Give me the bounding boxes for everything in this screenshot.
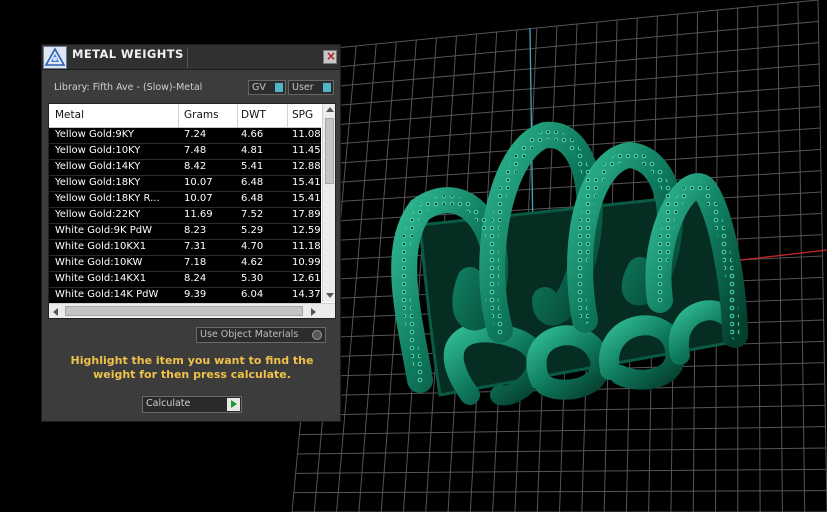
- gv-toggle[interactable]: GV: [248, 80, 286, 95]
- table-row[interactable]: White Gold:14K PdW 9.39 6.04 14.37: [49, 288, 321, 304]
- dwt-cell: 6.48: [241, 177, 264, 188]
- table-row[interactable]: White Gold:14KX1 8.24 5.30 12.61: [49, 272, 321, 288]
- column-divider[interactable]: [178, 104, 179, 127]
- spg-cell: 15.41: [292, 193, 321, 204]
- dwt-cell: 7.52: [241, 209, 264, 220]
- table-row[interactable]: Yellow Gold:22KY 11.69 7.52 17.89: [49, 208, 321, 224]
- grams-cell: 8.23: [184, 225, 207, 236]
- metal-cell: Yellow Gold:9KY: [55, 129, 134, 140]
- user-toggle-knob: [323, 83, 331, 92]
- panel-titlebar[interactable]: METAL WEIGHTS ×: [42, 45, 340, 70]
- play-arrow-icon[interactable]: [227, 398, 240, 411]
- titlebar-divider: [187, 48, 188, 68]
- scroll-right-arrow-icon[interactable]: [311, 308, 316, 316]
- table-row[interactable]: Yellow Gold:14KY 8.42 5.41 12.88: [49, 160, 321, 176]
- spg-cell: 12.59: [292, 225, 321, 236]
- grams-cell: 9.39: [184, 289, 207, 300]
- scroll-up-arrow-icon[interactable]: [326, 107, 334, 112]
- calculate-label: Calculate: [146, 398, 191, 409]
- use-object-materials-label: Use Object Materials: [200, 329, 299, 340]
- dwt-cell: 6.48: [241, 193, 264, 204]
- scroll-down-arrow-icon[interactable]: [326, 293, 334, 298]
- close-icon: ×: [326, 49, 337, 63]
- spg-cell: 14.37: [292, 289, 321, 300]
- spg-cell: 11.08: [292, 129, 321, 140]
- radio-button-icon[interactable]: [312, 330, 322, 340]
- use-object-materials-option[interactable]: Use Object Materials: [196, 327, 326, 343]
- grams-cell: 8.24: [184, 273, 207, 284]
- column-header-dwt[interactable]: DWT: [241, 109, 266, 121]
- table-header: Metal Grams DWT SPG: [49, 104, 321, 128]
- metal-table: Metal Grams DWT SPG Yellow Gold:9KY 7.24 4…: [48, 103, 336, 319]
- library-label: Library: Fifth Ave - (Slow)-Metal: [54, 82, 203, 93]
- close-button[interactable]: ×: [323, 49, 337, 64]
- instruction-text: Highlight the item you want to find the …: [70, 354, 314, 381]
- grams-cell: 7.31: [184, 241, 207, 252]
- spg-cell: 11.18: [292, 241, 321, 252]
- metal-cell: White Gold:14KX1: [55, 273, 147, 284]
- grams-cell: 11.69: [184, 209, 213, 220]
- panel-title: METAL WEIGHTS: [72, 47, 184, 61]
- metal-weights-panel: METAL WEIGHTS × Library: Fifth Ave - (Sl…: [41, 44, 341, 422]
- user-toggle[interactable]: User: [288, 80, 334, 95]
- dwt-cell: 5.29: [241, 225, 264, 236]
- calculate-button[interactable]: Calculate: [142, 396, 242, 413]
- spg-cell: 12.61: [292, 273, 321, 284]
- table-row[interactable]: Yellow Gold:9KY 7.24 4.66 11.08: [49, 128, 321, 144]
- dwt-cell: 5.30: [241, 273, 264, 284]
- table-row[interactable]: Yellow Gold:18KY R... 10.07 6.48 15.41: [49, 192, 321, 208]
- spg-cell: 11.45: [292, 145, 321, 156]
- gv-toggle-label: GV: [252, 82, 266, 93]
- column-divider[interactable]: [287, 104, 288, 127]
- spg-cell: 10.99: [292, 257, 321, 268]
- column-header-spg[interactable]: SPG: [292, 109, 313, 121]
- grams-cell: 7.24: [184, 129, 207, 140]
- column-header-metal[interactable]: Metal: [55, 109, 84, 121]
- grams-cell: 10.07: [184, 193, 213, 204]
- metal-cell: White Gold:10KX1: [55, 241, 147, 252]
- metal-cell: White Gold:14K PdW: [55, 289, 159, 300]
- vertical-scroll-thumb[interactable]: [325, 118, 334, 184]
- horizontal-scroll-thumb[interactable]: [65, 306, 303, 316]
- spg-cell: 17.89: [292, 209, 321, 220]
- column-divider[interactable]: [237, 104, 238, 127]
- metal-cell: White Gold:9K PdW: [55, 225, 152, 236]
- metal-cell: Yellow Gold:22KY: [55, 209, 141, 220]
- grams-cell: 10.07: [184, 177, 213, 188]
- table-row[interactable]: White Gold:9K PdW 8.23 5.29 12.59: [49, 224, 321, 240]
- dwt-cell: 5.41: [241, 161, 264, 172]
- vertical-scrollbar[interactable]: [322, 104, 335, 302]
- table-row[interactable]: White Gold:10KX1 7.31 4.70 11.18: [49, 240, 321, 256]
- dwt-cell: 4.66: [241, 129, 264, 140]
- metal-cell: Yellow Gold:10KY: [55, 145, 141, 156]
- gv-toggle-knob: [275, 83, 283, 92]
- column-header-grams[interactable]: Grams: [184, 109, 219, 121]
- user-toggle-label: User: [292, 82, 314, 93]
- app-logo-icon: [43, 46, 67, 69]
- metal-cell: White Gold:10KW: [55, 257, 143, 268]
- horizontal-scrollbar[interactable]: [49, 303, 335, 318]
- dwt-cell: 4.81: [241, 145, 264, 156]
- grams-cell: 7.48: [184, 145, 207, 156]
- metal-cell: Yellow Gold:14KY: [55, 161, 141, 172]
- metal-cell: Yellow Gold:18KY: [55, 177, 141, 188]
- dwt-cell: 4.70: [241, 241, 264, 252]
- dwt-cell: 4.62: [241, 257, 264, 268]
- grams-cell: 8.42: [184, 161, 207, 172]
- spg-cell: 15.41: [292, 177, 321, 188]
- table-row[interactable]: Yellow Gold:18KY 10.07 6.48 15.41: [49, 176, 321, 192]
- table-row[interactable]: White Gold:10KW 7.18 4.62 10.99: [49, 256, 321, 272]
- spg-cell: 12.88: [292, 161, 321, 172]
- metal-cell: Yellow Gold:18KY R...: [55, 193, 160, 204]
- table-row[interactable]: Yellow Gold:10KY 7.48 4.81 11.45: [49, 144, 321, 160]
- scroll-left-arrow-icon[interactable]: [53, 308, 58, 316]
- dwt-cell: 6.04: [241, 289, 264, 300]
- grams-cell: 7.18: [184, 257, 207, 268]
